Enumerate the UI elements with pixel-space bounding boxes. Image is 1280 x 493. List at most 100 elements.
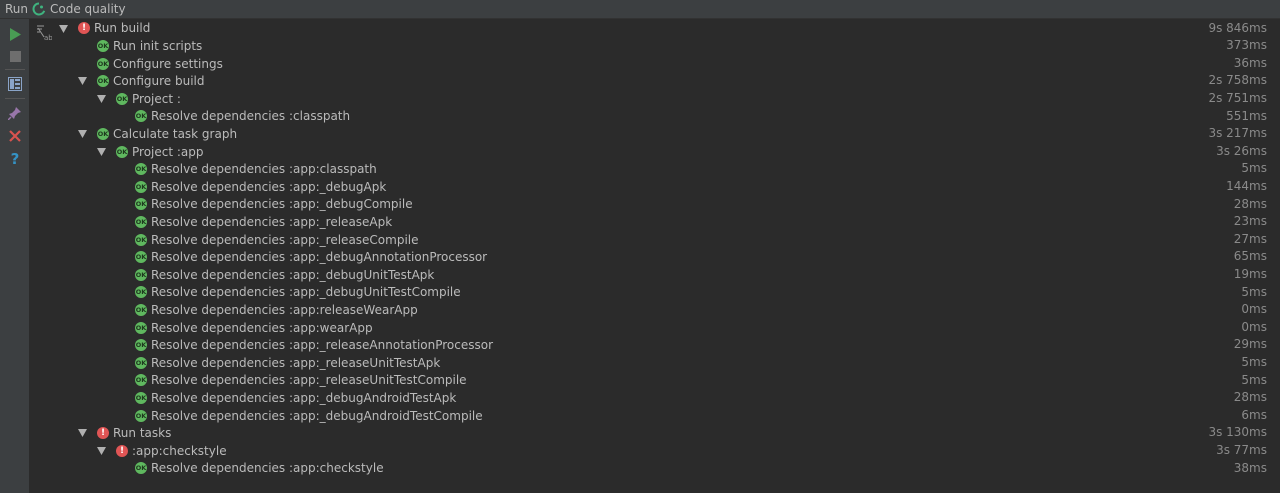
error-icon: ! bbox=[78, 22, 90, 35]
tree-row-duration: 5ms bbox=[1241, 372, 1267, 387]
tree-row-label: Resolve dependencies :app:_releaseAnnota… bbox=[151, 338, 494, 353]
tree-row[interactable]: OK Resolve dependencies :app:classpath 5ms bbox=[30, 160, 1280, 178]
tree-row-label: Resolve dependencies :app:_releaseCompil… bbox=[151, 232, 419, 247]
tree-row-duration: 29ms bbox=[1233, 337, 1267, 352]
tree-row-duration: 2s 758ms bbox=[1208, 73, 1267, 88]
expand-arrow-icon[interactable] bbox=[77, 428, 87, 438]
tree-row[interactable]: ! :app:checkstyle 3s 77ms bbox=[30, 442, 1280, 460]
tree-row[interactable]: OK Configure settings 36ms bbox=[30, 55, 1280, 73]
expand-arrow-icon[interactable] bbox=[96, 147, 106, 157]
tree-row[interactable]: OK Configure build 2s 758ms bbox=[30, 72, 1280, 90]
tree-row-duration: 27ms bbox=[1233, 231, 1267, 246]
toolbar-divider bbox=[5, 69, 25, 70]
tree-row[interactable]: OK Project : 2s 751ms bbox=[30, 90, 1280, 108]
close-icon[interactable] bbox=[7, 128, 23, 144]
tree-row-duration: 144ms bbox=[1226, 179, 1267, 193]
tree-row[interactable]: OK Resolve dependencies :app:_releaseAnno… bbox=[30, 336, 1280, 354]
tree-row-duration: 36ms bbox=[1233, 55, 1267, 70]
expand-arrow-icon[interactable] bbox=[96, 94, 106, 104]
success-icon: OK bbox=[135, 233, 147, 246]
tree-row-label: Project : bbox=[132, 91, 181, 106]
tree-row[interactable]: OK Resolve dependencies :app:_debugAnnota… bbox=[30, 248, 1280, 266]
tree-row[interactable]: OK Resolve dependencies :app:_debugApk 144… bbox=[30, 178, 1280, 196]
run-toolbar: ? bbox=[0, 19, 30, 493]
tree-row-duration: 3s 26ms bbox=[1216, 143, 1267, 158]
success-icon: OK bbox=[135, 321, 147, 334]
success-icon: OK bbox=[97, 75, 109, 88]
tree-row[interactable]: OK Resolve dependencies :app:_releaseComp… bbox=[30, 231, 1280, 249]
tree-row[interactable]: OK Resolve dependencies :app:wearApp 0ms bbox=[30, 319, 1280, 337]
tree-row-label: Resolve dependencies :app:wearApp bbox=[151, 320, 373, 335]
success-icon: OK bbox=[135, 462, 147, 475]
stop-icon[interactable] bbox=[7, 48, 23, 64]
success-icon: OK bbox=[135, 391, 147, 404]
run-config-name[interactable]: Code quality bbox=[50, 2, 126, 16]
success-icon: OK bbox=[97, 57, 109, 70]
tree-row[interactable]: ! Run build 9s 846ms bbox=[30, 20, 1280, 38]
tree-row-label: Resolve dependencies :app:_debugUnitTest… bbox=[151, 267, 435, 282]
tree-row-label: Resolve dependencies :app:releaseWearApp bbox=[151, 302, 418, 317]
tree-row[interactable]: OK Resolve dependencies :app:_debugCompil… bbox=[30, 196, 1280, 214]
tree-row[interactable]: OK Resolve dependencies :app:_debugUnitTe… bbox=[30, 284, 1280, 302]
success-icon: OK bbox=[97, 39, 109, 52]
tree-row-label: Configure settings bbox=[113, 56, 223, 71]
tree-row[interactable]: OK Resolve dependencies :app:releaseWearA… bbox=[30, 301, 1280, 319]
toolbar-divider bbox=[5, 98, 25, 99]
success-icon: OK bbox=[116, 92, 128, 105]
tree-row-label: Resolve dependencies :app:_debugAnnotati… bbox=[151, 250, 488, 265]
tree-row-label: Calculate task graph bbox=[113, 126, 238, 141]
success-icon: OK bbox=[135, 303, 147, 316]
tree-row-duration: 3s 130ms bbox=[1208, 425, 1267, 440]
tree-row[interactable]: ! Run tasks 3s 130ms bbox=[30, 424, 1280, 442]
tree-row[interactable]: OK Project :app 3s 26ms bbox=[30, 143, 1280, 161]
tree-row-label: Project :app bbox=[132, 144, 204, 159]
expand-arrow-icon[interactable] bbox=[58, 24, 68, 34]
tree-row-duration: 28ms bbox=[1233, 390, 1267, 405]
tree-row-duration: 3s 217ms bbox=[1208, 126, 1267, 141]
tree-row[interactable]: OK Resolve dependencies :app:_releaseUnit… bbox=[30, 372, 1280, 390]
run-tool-window-header: Run Code quality bbox=[0, 0, 1280, 19]
error-icon: ! bbox=[116, 444, 128, 457]
expand-arrow-icon[interactable] bbox=[96, 446, 106, 456]
tree-row-label: Resolve dependencies :app:_debugUnitTest… bbox=[151, 285, 461, 300]
success-icon: OK bbox=[135, 110, 147, 123]
tree-row[interactable]: OK Resolve dependencies :app:_releaseUnit… bbox=[30, 354, 1280, 372]
success-icon: OK bbox=[116, 145, 128, 158]
success-icon: OK bbox=[135, 251, 147, 264]
tree-row-duration: 5ms bbox=[1241, 284, 1267, 299]
tree-row-duration: 28ms bbox=[1233, 196, 1267, 211]
tree-row-label: Resolve dependencies :app:_releaseUnitTe… bbox=[151, 373, 467, 388]
tree-row[interactable]: OK Resolve dependencies :app:_debugAndroi… bbox=[30, 389, 1280, 407]
tree-row-label: Resolve dependencies :app:classpath bbox=[151, 162, 377, 177]
expand-arrow-icon[interactable] bbox=[77, 129, 87, 139]
expand-arrow-icon[interactable] bbox=[77, 76, 87, 86]
layout-icon[interactable] bbox=[7, 76, 23, 92]
gradle-config-icon bbox=[32, 2, 46, 16]
tree-row-duration: 551ms bbox=[1226, 108, 1267, 123]
success-icon: OK bbox=[135, 268, 147, 281]
tree-row[interactable]: OK Resolve dependencies :app:_debugUnitTe… bbox=[30, 266, 1280, 284]
tree-row-duration: 65ms bbox=[1233, 249, 1267, 264]
pin-icon[interactable] bbox=[7, 105, 23, 121]
tree-row-label: Resolve dependencies :app:_debugCompile bbox=[151, 197, 413, 212]
tree-row-duration: 19ms bbox=[1233, 267, 1267, 281]
success-icon: OK bbox=[135, 163, 147, 176]
tree-row-label: Resolve dependencies :app:_releaseApk bbox=[151, 214, 393, 229]
tree-row-duration: 6ms bbox=[1241, 407, 1267, 422]
tree-row[interactable]: OK Resolve dependencies :app:checkstyle 38… bbox=[30, 460, 1280, 478]
error-icon: ! bbox=[97, 427, 109, 440]
rerun-icon[interactable] bbox=[7, 26, 23, 42]
tree-row-label: Resolve dependencies :app:_debugApk bbox=[151, 179, 387, 194]
tree-row-duration: 3s 77ms bbox=[1216, 443, 1267, 457]
tree-row[interactable]: OK Resolve dependencies :app:_debugAndroi… bbox=[30, 407, 1280, 425]
tree-row-label: :app:checkstyle bbox=[132, 443, 227, 458]
tree-row[interactable]: OK Calculate task graph 3s 217ms bbox=[30, 125, 1280, 143]
tree-row[interactable]: OK Resolve dependencies :classpath 551ms bbox=[30, 108, 1280, 126]
tree-row-duration: 38ms bbox=[1233, 460, 1267, 475]
success-icon: OK bbox=[135, 374, 147, 387]
tree-row[interactable]: OK Run init scripts 373ms bbox=[30, 37, 1280, 55]
tree-row-duration: 5ms bbox=[1241, 161, 1267, 176]
success-icon: OK bbox=[135, 356, 147, 369]
tree-row[interactable]: OK Resolve dependencies :app:_releaseApk 2… bbox=[30, 213, 1280, 231]
help-icon[interactable]: ? bbox=[7, 151, 23, 167]
